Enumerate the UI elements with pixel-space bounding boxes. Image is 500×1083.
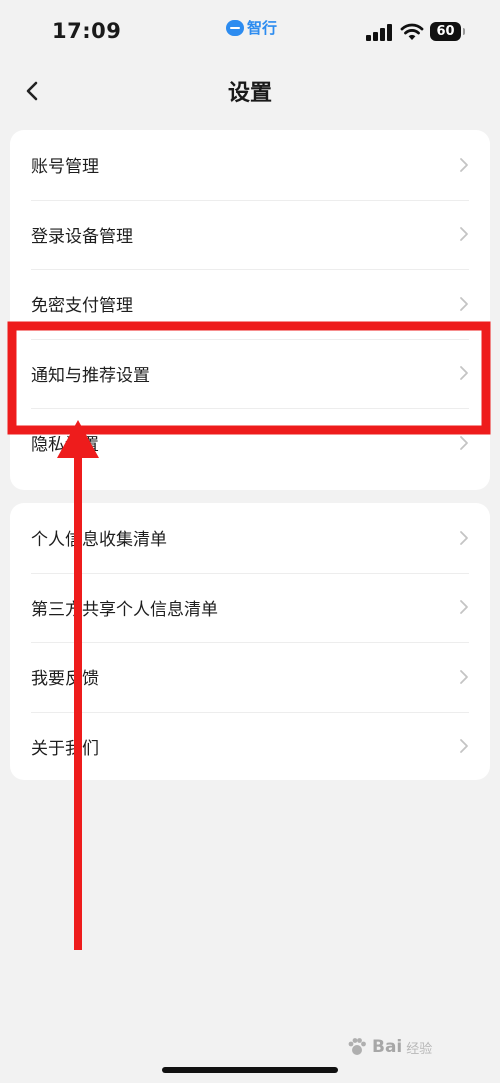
nav-bar: 设置: [0, 64, 500, 116]
settings-item-login-devices[interactable]: 登录设备管理: [10, 199, 490, 270]
home-indicator[interactable]: [162, 1067, 338, 1073]
status-bar: 17:09 智行 60: [0, 0, 500, 64]
settings-item-about-us[interactable]: 关于我们: [10, 711, 490, 781]
watermark: Bai 经验: [346, 1036, 432, 1058]
settings-item-privacy[interactable]: 隐私设置: [10, 408, 490, 478]
settings-item-label: 个人信息收集清单: [31, 530, 167, 551]
settings-item-label: 隐私设置: [31, 435, 99, 456]
settings-item-label: 账号管理: [31, 157, 99, 178]
settings-item-label: 关于我们: [31, 738, 99, 759]
chevron-right-icon: [460, 157, 468, 172]
settings-item-feedback[interactable]: 我要反馈: [10, 642, 490, 712]
page-title: 设置: [227, 81, 272, 106]
wifi-icon: [400, 23, 424, 40]
settings-group-account: 账号管理 登录设备管理 免密支付管理 通知与推荐设置 隐私设置: [10, 130, 490, 490]
app-name: 智行: [247, 19, 278, 37]
cellular-signal-icon: [366, 24, 392, 41]
chevron-right-icon: [460, 435, 468, 450]
settings-item-label: 通知与推荐设置: [31, 365, 150, 386]
battery-icon: 60: [430, 22, 465, 41]
chevron-right-icon: [460, 669, 468, 684]
chevron-right-icon: [460, 739, 468, 754]
settings-item-label: 登录设备管理: [31, 226, 133, 247]
settings-item-label: 第三方共享个人信息清单: [31, 599, 218, 620]
chevron-right-icon: [460, 227, 468, 242]
settings-item-notification-recommendation[interactable]: 通知与推荐设置: [10, 338, 490, 409]
settings-item-personal-info-list[interactable]: 个人信息收集清单: [10, 503, 490, 573]
settings-item-account-management[interactable]: 账号管理: [10, 130, 490, 200]
chevron-right-icon: [460, 366, 468, 381]
settings-item-label: 我要反馈: [31, 669, 99, 690]
battery-level: 60: [436, 24, 455, 39]
status-time: 17:09: [52, 19, 122, 43]
chevron-right-icon: [460, 600, 468, 615]
settings-item-password-free-payment[interactable]: 免密支付管理: [10, 269, 490, 339]
chevron-right-icon: [460, 296, 468, 311]
watermark-sub: 经验: [406, 1041, 433, 1057]
settings-item-third-party-sharing[interactable]: 第三方共享个人信息清单: [10, 572, 490, 643]
app-logo-icon: [226, 19, 244, 36]
watermark-brand: Bai: [372, 1037, 403, 1057]
paw-logo-icon: [348, 1038, 366, 1055]
settings-item-label: 免密支付管理: [31, 296, 133, 317]
settings-group-info: 个人信息收集清单 第三方共享个人信息清单 我要反馈 关于我们: [10, 503, 490, 780]
chevron-right-icon: [460, 530, 468, 545]
app-badge: 智行: [226, 17, 277, 38]
